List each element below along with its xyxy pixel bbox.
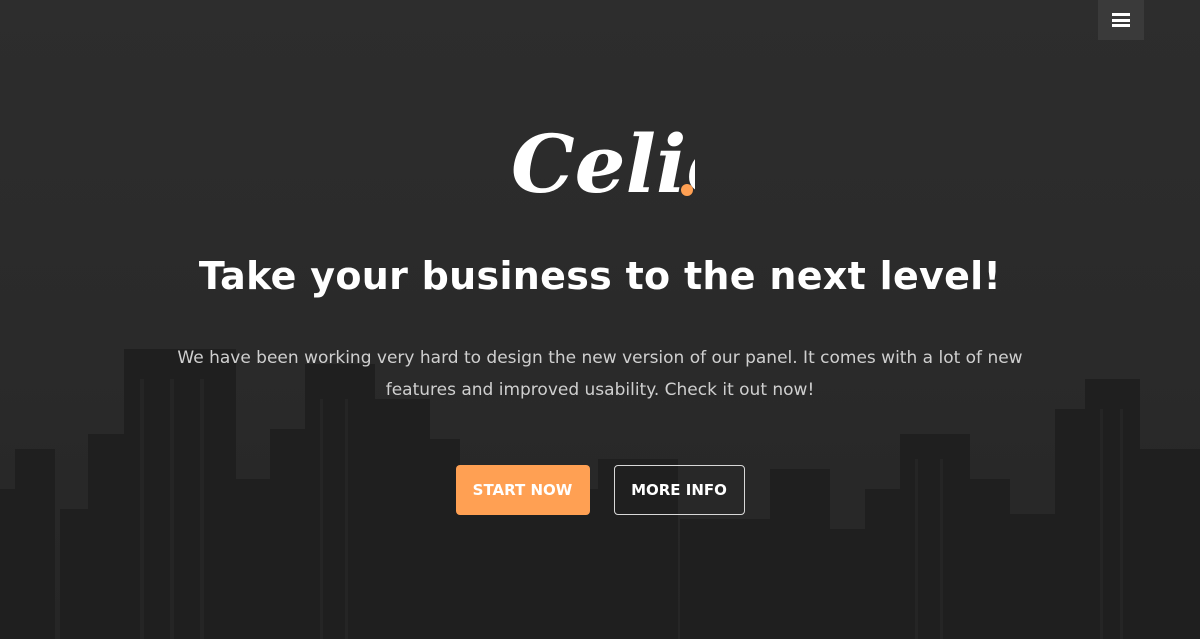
page-title: Take your business to the next level! — [198, 254, 1002, 298]
logo: Celic — [0, 110, 1200, 215]
hamburger-menu-icon — [1112, 13, 1130, 27]
menu-button[interactable] — [1098, 0, 1144, 40]
hero-section: Celic Take your business to the next lev… — [0, 0, 1200, 639]
svg-text:Celic: Celic — [511, 117, 695, 210]
hero-description: We have been working very hard to design… — [177, 348, 1023, 400]
hero-actions: START NOW MORE INFO — [0, 465, 1200, 515]
more-info-button[interactable]: MORE INFO — [613, 465, 745, 515]
start-now-button[interactable]: START NOW — [455, 465, 590, 515]
celic-logo-image: Celic — [511, 117, 695, 210]
